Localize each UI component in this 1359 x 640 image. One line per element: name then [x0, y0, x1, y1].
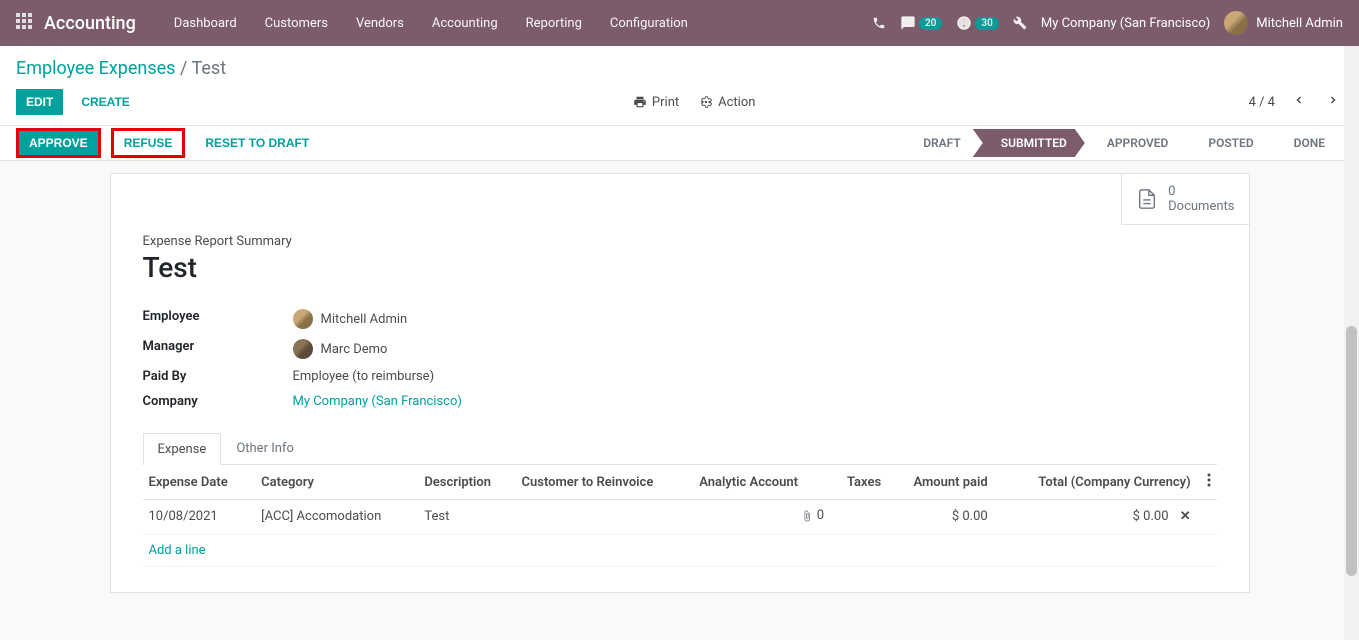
status-submitted[interactable]: Submitted: [973, 129, 1085, 157]
summary-title: Test: [143, 251, 1217, 284]
activities-badge: 30: [975, 17, 998, 30]
messages-badge: 20: [919, 17, 942, 30]
employee-label: Employee: [143, 309, 293, 329]
cell-taxes: [830, 500, 887, 535]
menu-vendors[interactable]: Vendors: [342, 2, 418, 45]
employee-value: Mitchell Admin: [293, 309, 408, 329]
cell-analytic: 0: [693, 500, 830, 535]
table-row[interactable]: 10/08/2021 [ACC] Accomodation Test 0 $ 0…: [143, 500, 1217, 535]
col-analytic[interactable]: Analytic Account: [693, 465, 830, 500]
breadcrumb-current: Test: [191, 58, 226, 79]
col-taxes[interactable]: Taxes: [830, 465, 887, 500]
breadcrumb: Employee Expenses / Test: [16, 58, 1343, 79]
cell-category: [ACC] Accomodation: [255, 500, 418, 535]
paidby-value: Employee (to reimburse): [293, 369, 435, 384]
paidby-label: Paid By: [143, 369, 293, 384]
manager-label: Manager: [143, 339, 293, 359]
phone-icon[interactable]: [872, 16, 886, 30]
messages-icon[interactable]: 20: [900, 15, 942, 31]
menu-dashboard[interactable]: Dashboard: [160, 2, 251, 45]
user-name: Mitchell Admin: [1256, 16, 1343, 31]
refuse-button[interactable]: Refuse: [114, 131, 183, 155]
user-menu[interactable]: Mitchell Admin: [1224, 11, 1343, 35]
status-done[interactable]: Done: [1266, 129, 1343, 157]
status-draft[interactable]: Draft: [909, 129, 979, 157]
highlight-refuse: Refuse: [111, 128, 186, 158]
manager-value: Marc Demo: [293, 339, 388, 359]
cell-total: $ 0.00 ✕: [994, 500, 1197, 535]
reset-to-draft-button[interactable]: Reset to Draft: [195, 131, 319, 155]
cell-date: 10/08/2021: [143, 500, 256, 535]
control-panel: Employee Expenses / Test Edit Create Pri…: [0, 46, 1359, 126]
apps-icon[interactable]: [16, 13, 32, 33]
employee-avatar-icon: [293, 309, 313, 329]
action-button[interactable]: Action: [699, 95, 755, 110]
col-description[interactable]: Description: [418, 465, 515, 500]
edit-button[interactable]: Edit: [16, 89, 63, 115]
company-value[interactable]: My Company (San Francisco): [293, 394, 462, 409]
expense-table: Expense Date Category Description Custom…: [143, 465, 1217, 567]
app-brand[interactable]: Accounting: [44, 13, 136, 34]
manager-avatar-icon: [293, 339, 313, 359]
company-selector[interactable]: My Company (San Francisco): [1041, 16, 1210, 31]
company-label: Company: [143, 394, 293, 409]
pager-text[interactable]: 4 / 4: [1249, 95, 1275, 110]
documents-count: 0: [1168, 184, 1234, 199]
cell-amount: $ 0.00: [887, 500, 994, 535]
menu-customers[interactable]: Customers: [251, 2, 342, 45]
status-approved[interactable]: Approved: [1079, 129, 1187, 157]
tab-expense[interactable]: Expense: [143, 433, 222, 465]
status-posted[interactable]: Posted: [1180, 129, 1271, 157]
menu-accounting[interactable]: Accounting: [418, 2, 512, 45]
activities-icon[interactable]: 30: [956, 15, 998, 31]
col-total[interactable]: Total (Company Currency): [994, 465, 1197, 500]
document-icon: [1136, 186, 1158, 212]
main-menu: Dashboard Customers Vendors Accounting R…: [160, 2, 872, 45]
user-avatar-icon: [1224, 11, 1248, 35]
status-steps: Draft Submitted Approved Posted Done: [915, 129, 1343, 157]
menu-reporting[interactable]: Reporting: [512, 2, 596, 45]
breadcrumb-parent[interactable]: Employee Expenses: [16, 58, 175, 79]
summary-label: Expense Report Summary: [143, 234, 1217, 249]
highlight-approve: Approve: [16, 128, 101, 158]
form-sheet: 0 Documents Expense Report Summary Test …: [110, 173, 1250, 593]
scrollbar-thumb[interactable]: [1346, 326, 1357, 576]
create-button[interactable]: Create: [71, 89, 139, 115]
tab-other-info[interactable]: Other Info: [221, 432, 309, 464]
documents-button[interactable]: 0 Documents: [1121, 174, 1248, 225]
print-button[interactable]: Print: [633, 95, 679, 110]
add-line-button[interactable]: Add a line: [143, 534, 1217, 566]
col-amount[interactable]: Amount paid: [887, 465, 994, 500]
pager-prev-icon[interactable]: [1289, 90, 1309, 114]
pager-next-icon[interactable]: [1323, 90, 1343, 114]
top-navigation: Accounting Dashboard Customers Vendors A…: [0, 0, 1359, 46]
col-customer[interactable]: Customer to Reinvoice: [516, 465, 694, 500]
col-options-icon[interactable]: [1197, 465, 1217, 500]
debug-icon[interactable]: [1013, 16, 1027, 30]
col-category[interactable]: Category: [255, 465, 418, 500]
col-date[interactable]: Expense Date: [143, 465, 256, 500]
topnav-right: 20 30 My Company (San Francisco) Mitchel…: [872, 11, 1343, 35]
remove-row-icon[interactable]: ✕: [1172, 509, 1191, 524]
tabs: Expense Other Info: [143, 432, 1217, 465]
approve-button[interactable]: Approve: [19, 131, 98, 155]
scrollbar[interactable]: [1344, 46, 1359, 640]
menu-configuration[interactable]: Configuration: [596, 2, 702, 45]
statusbar: Approve Refuse Reset to Draft Draft Subm…: [0, 126, 1359, 161]
documents-label: Documents: [1168, 199, 1234, 214]
attachment-icon: [801, 510, 813, 522]
cell-description: Test: [418, 500, 515, 535]
cell-customer: [516, 500, 694, 535]
